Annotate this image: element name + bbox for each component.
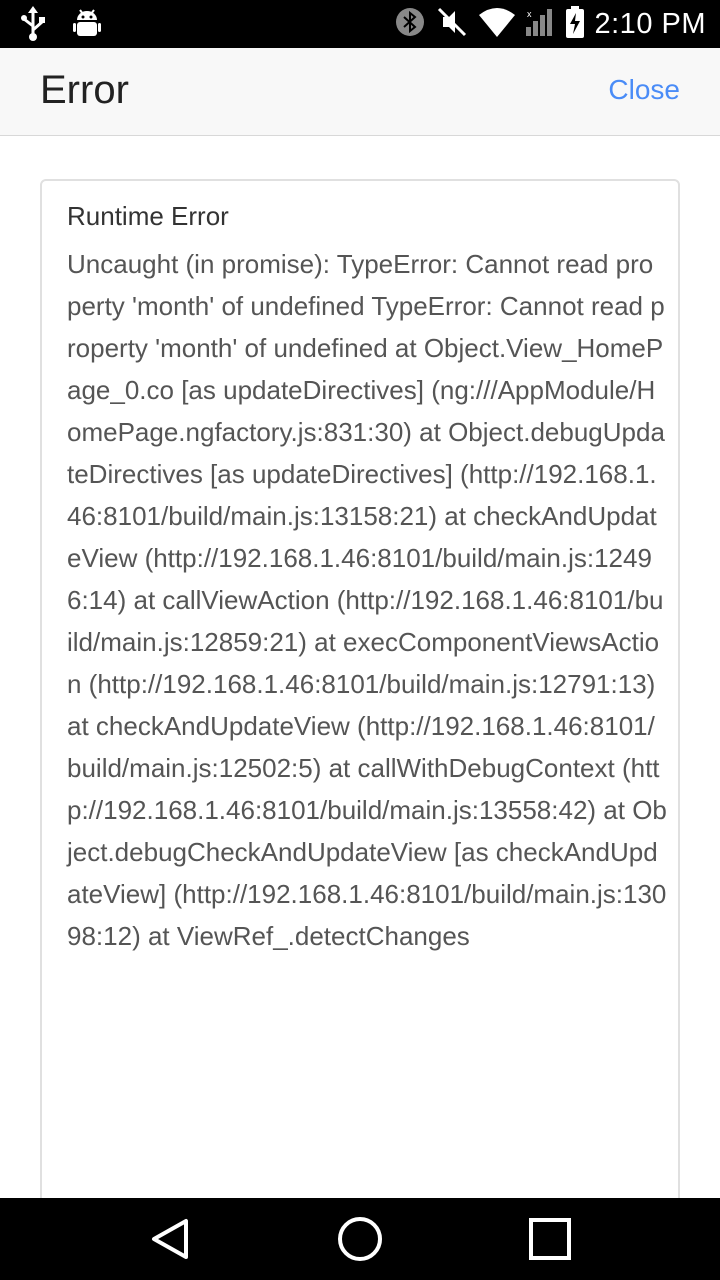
- recents-icon[interactable]: [490, 1198, 610, 1280]
- page-title: Error: [40, 68, 129, 112]
- error-header: Error Close: [0, 48, 720, 136]
- back-icon[interactable]: [110, 1198, 230, 1280]
- error-message: Uncaught (in promise): TypeError: Cannot…: [67, 249, 667, 951]
- status-bar: x 2:10 PM: [0, 0, 720, 48]
- error-content[interactable]: Runtime Error Uncaught (in promise): Typ…: [0, 137, 720, 1198]
- status-time: 2:10 PM: [594, 7, 706, 40]
- navigation-bar: [0, 1198, 720, 1280]
- android-debug-icon: [72, 6, 102, 47]
- mute-icon: [435, 7, 469, 42]
- battery-charging-icon: [565, 5, 585, 43]
- signal-icon: x: [525, 7, 555, 42]
- home-icon[interactable]: [300, 1198, 420, 1280]
- error-title: Runtime Error: [67, 201, 229, 231]
- wifi-icon: [478, 7, 515, 42]
- svg-text:x: x: [527, 9, 532, 19]
- usb-icon: [18, 6, 48, 47]
- bluetooth-icon: [395, 7, 425, 42]
- error-card: Runtime Error Uncaught (in promise): Typ…: [40, 179, 680, 1198]
- close-button[interactable]: Close: [608, 74, 680, 106]
